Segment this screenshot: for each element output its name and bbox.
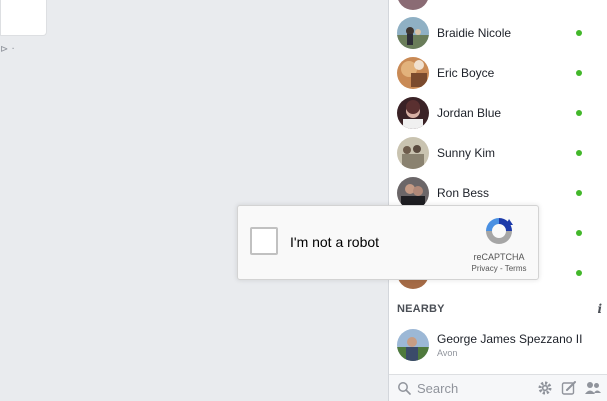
avatar	[397, 17, 429, 49]
nearby-contact-row[interactable]: George James Spezzano II Avon	[389, 325, 607, 365]
online-indicator	[576, 270, 582, 276]
contact-name: Sunny Kim	[437, 146, 496, 160]
chat-sidebar: Braidie Nicole Eric Boyce Jordan Blue Su…	[388, 0, 607, 401]
contact-row[interactable]: Braidie Nicole	[389, 13, 607, 53]
info-icon[interactable]: i	[597, 302, 602, 316]
recaptcha-links: Privacy - Terms	[460, 264, 538, 273]
left-card-fragment	[0, 0, 47, 36]
link-separator: -	[497, 264, 505, 273]
contact-name: Braidie Nicole	[437, 26, 512, 40]
search-icon	[398, 382, 411, 395]
compose-icon[interactable]	[560, 380, 578, 396]
privacy-link[interactable]: Privacy	[472, 264, 498, 273]
online-indicator	[576, 110, 582, 116]
people-icon[interactable]	[584, 380, 602, 396]
contact-row[interactable]: Eric Boyce	[389, 53, 607, 93]
online-indicator	[576, 190, 582, 196]
terms-link[interactable]: Terms	[505, 264, 527, 273]
share-arrow-fragment: ⊳ ·	[0, 44, 15, 55]
avatar	[397, 57, 429, 89]
search-input[interactable]	[417, 380, 517, 396]
nearby-header: NEARBY i	[397, 302, 602, 316]
recaptcha-logo-icon	[486, 218, 513, 244]
contact-row[interactable]: Sunny Kim	[389, 133, 607, 173]
gear-icon[interactable]	[536, 380, 554, 396]
avatar	[397, 97, 429, 129]
avatar	[397, 329, 429, 361]
contact-name: Ron Bess	[437, 186, 490, 200]
partial-avatar	[397, 0, 429, 10]
online-indicator	[576, 70, 582, 76]
contact-row[interactable]: Jordan Blue	[389, 93, 607, 133]
recaptcha-checkbox[interactable]	[250, 227, 278, 255]
recaptcha-brand: reCAPTCHA	[473, 252, 525, 262]
contact-name: George James Spezzano II	[437, 332, 583, 346]
chat-search-bar	[389, 374, 607, 401]
contact-name: Jordan Blue	[437, 106, 502, 120]
recaptcha-widget: I'm not a robot reCAPTCHA Privacy - Term…	[237, 205, 539, 280]
contact-location: Avon	[437, 348, 458, 358]
recaptcha-label: I'm not a robot	[290, 234, 380, 250]
online-indicator	[576, 150, 582, 156]
online-indicator	[576, 30, 582, 36]
online-indicator	[576, 230, 582, 236]
avatar	[397, 137, 429, 169]
contact-name: Eric Boyce	[437, 66, 495, 80]
nearby-label: NEARBY	[397, 303, 445, 315]
